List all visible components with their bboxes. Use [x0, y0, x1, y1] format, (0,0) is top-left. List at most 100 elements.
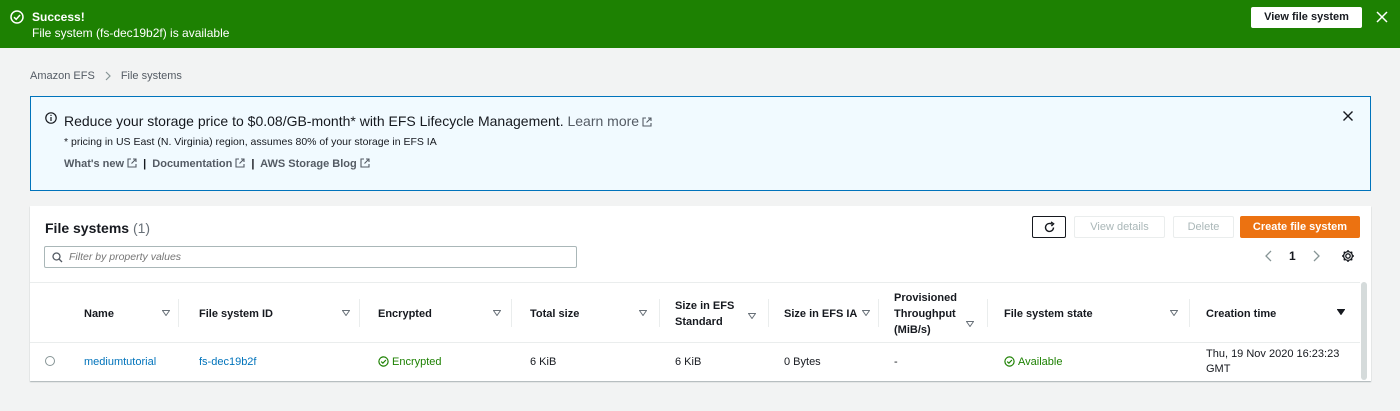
close-icon[interactable]: [1375, 10, 1389, 24]
learn-more-link[interactable]: Learn more: [567, 113, 652, 129]
column-label: Name: [84, 307, 114, 320]
column-label: Size in EFS Standard: [675, 299, 735, 328]
documentation-link[interactable]: Documentation: [152, 158, 245, 170]
lifecycle-info-banner: Reduce your storage price to $0.08/GB-mo…: [30, 96, 1371, 191]
column-divider: [768, 299, 769, 327]
info-headline: Reduce your storage price to $0.08/GB-mo…: [64, 113, 652, 129]
breadcrumb: Amazon EFS File systems: [30, 70, 182, 82]
documentation-label: Documentation: [152, 158, 233, 170]
column-divider: [878, 299, 879, 327]
external-link-icon: [127, 158, 137, 168]
column-header-name[interactable]: Name: [70, 283, 179, 344]
view-details-button[interactable]: View details: [1074, 216, 1165, 238]
panel-title-text: File systems: [45, 220, 130, 236]
creation-time-cell: Thu, 19 Nov 2020 16:23:23 GMT: [1206, 347, 1340, 375]
file-system-count: (1): [132, 220, 151, 236]
link-separator: |: [251, 158, 255, 170]
column-divider: [359, 299, 360, 327]
external-link-icon: [235, 158, 245, 168]
chevron-left-icon[interactable]: [1263, 249, 1275, 263]
column-header-provisioned-throughput[interactable]: Provisioned Throughput (MiB/s): [880, 283, 988, 344]
flash-message: File system (fs-dec19b2f) is available: [32, 26, 230, 40]
delete-button[interactable]: Delete: [1173, 216, 1234, 238]
sort-icon: [966, 321, 974, 327]
create-file-system-button[interactable]: Create file system: [1240, 216, 1360, 238]
storage-blog-link[interactable]: AWS Storage Blog: [260, 158, 370, 170]
view-file-system-button[interactable]: View file system: [1251, 7, 1362, 28]
file-systems-panel: File systems (1) View details Delete Cre…: [30, 206, 1371, 381]
column-label: Encrypted: [378, 307, 432, 320]
sort-icon: [748, 313, 756, 319]
dismiss-banner-icon[interactable]: [1342, 110, 1354, 122]
check-circle-icon: [1004, 356, 1015, 367]
whats-new-label: What's new: [64, 158, 125, 170]
column-divider: [987, 299, 988, 327]
pagination: 1: [1263, 249, 1322, 263]
refresh-icon: [1044, 221, 1055, 233]
column-divider: [659, 299, 660, 327]
throughput-cell: -: [894, 355, 898, 368]
size-ia-cell: 0 Bytes: [784, 355, 821, 368]
sort-icon: [342, 310, 350, 316]
column-label: Total size: [530, 307, 580, 320]
info-headline-text: Reduce your storage price to $0.08/GB-mo…: [64, 113, 564, 129]
file-system-state: Available: [1004, 343, 1062, 380]
column-label: Creation time: [1206, 307, 1277, 320]
gear-icon[interactable]: [1341, 249, 1355, 263]
column-header-size-efs-ia[interactable]: Size in EFS IA: [770, 283, 879, 344]
chevron-right-icon: [105, 71, 111, 81]
state-label: Available: [1018, 355, 1063, 368]
column-header-file-system-state[interactable]: File system state: [990, 283, 1190, 344]
column-header-creation-time[interactable]: Creation time: [1192, 283, 1358, 344]
refresh-button[interactable]: [1032, 216, 1066, 238]
sort-icon: [162, 310, 170, 316]
file-system-id-link[interactable]: fs-dec19b2f: [199, 343, 256, 380]
check-circle-icon: [378, 356, 389, 367]
column-header-size-efs-standard[interactable]: Size in EFS Standard: [661, 283, 769, 344]
info-icon: [45, 112, 57, 124]
whats-new-link[interactable]: What's new: [64, 158, 137, 170]
success-flashbar: Success! File system (fs-dec19b2f) is av…: [0, 0, 1400, 48]
learn-more-label: Learn more: [567, 113, 640, 129]
sort-descending-icon: [1337, 309, 1345, 315]
total-size-cell: 6 KiB: [530, 355, 557, 368]
info-links: What's new | Documentation | AWS Storage…: [64, 158, 370, 170]
link-separator: |: [143, 158, 147, 170]
panel-title: File systems (1): [45, 220, 150, 236]
size-standard-cell: 6 KiB: [675, 355, 702, 368]
sort-icon: [1170, 310, 1178, 316]
sort-icon: [493, 310, 501, 316]
external-link-icon: [642, 117, 652, 127]
column-divider: [511, 299, 512, 327]
search-icon: [52, 252, 63, 263]
column-label: File system ID: [199, 307, 273, 320]
filter-input[interactable]: [69, 249, 569, 265]
breadcrumb-file-systems: File systems: [120, 70, 182, 82]
external-link-icon: [360, 158, 370, 168]
current-page[interactable]: 1: [1289, 249, 1296, 263]
column-header-file-system-id[interactable]: File system ID: [185, 283, 360, 344]
flash-title: Success!: [32, 10, 85, 24]
encrypted-label: Encrypted: [392, 355, 442, 368]
sort-icon: [862, 310, 870, 316]
column-divider: [178, 299, 179, 327]
file-system-name-link[interactable]: mediumtutorial: [84, 343, 156, 380]
column-header-total-size[interactable]: Total size: [516, 283, 660, 344]
storage-blog-label: AWS Storage Blog: [260, 158, 357, 170]
row-select-radio[interactable]: [45, 356, 55, 366]
table-header: Name File system ID Encrypted Total size: [30, 282, 1360, 343]
pricing-note: * pricing in US East (N. Virginia) regio…: [64, 136, 437, 148]
check-circle-icon: [10, 10, 24, 24]
table-row[interactable]: mediumtutorial fs-dec19b2f Encrypted 6 K…: [30, 343, 1360, 380]
filter-field: [44, 246, 577, 268]
column-label: Provisioned Throughput (MiB/s): [894, 291, 957, 336]
column-header-encrypted[interactable]: Encrypted: [364, 283, 512, 344]
breadcrumb-amazon-efs[interactable]: Amazon EFS: [30, 70, 95, 82]
chevron-right-icon[interactable]: [1310, 249, 1322, 263]
column-label: Size in EFS IA: [784, 307, 858, 320]
column-label: File system state: [1004, 307, 1093, 320]
table-scrollbar[interactable]: [1361, 282, 1367, 380]
encrypted-status: Encrypted: [378, 343, 442, 380]
sort-icon: [639, 310, 647, 316]
column-divider: [1189, 299, 1190, 327]
